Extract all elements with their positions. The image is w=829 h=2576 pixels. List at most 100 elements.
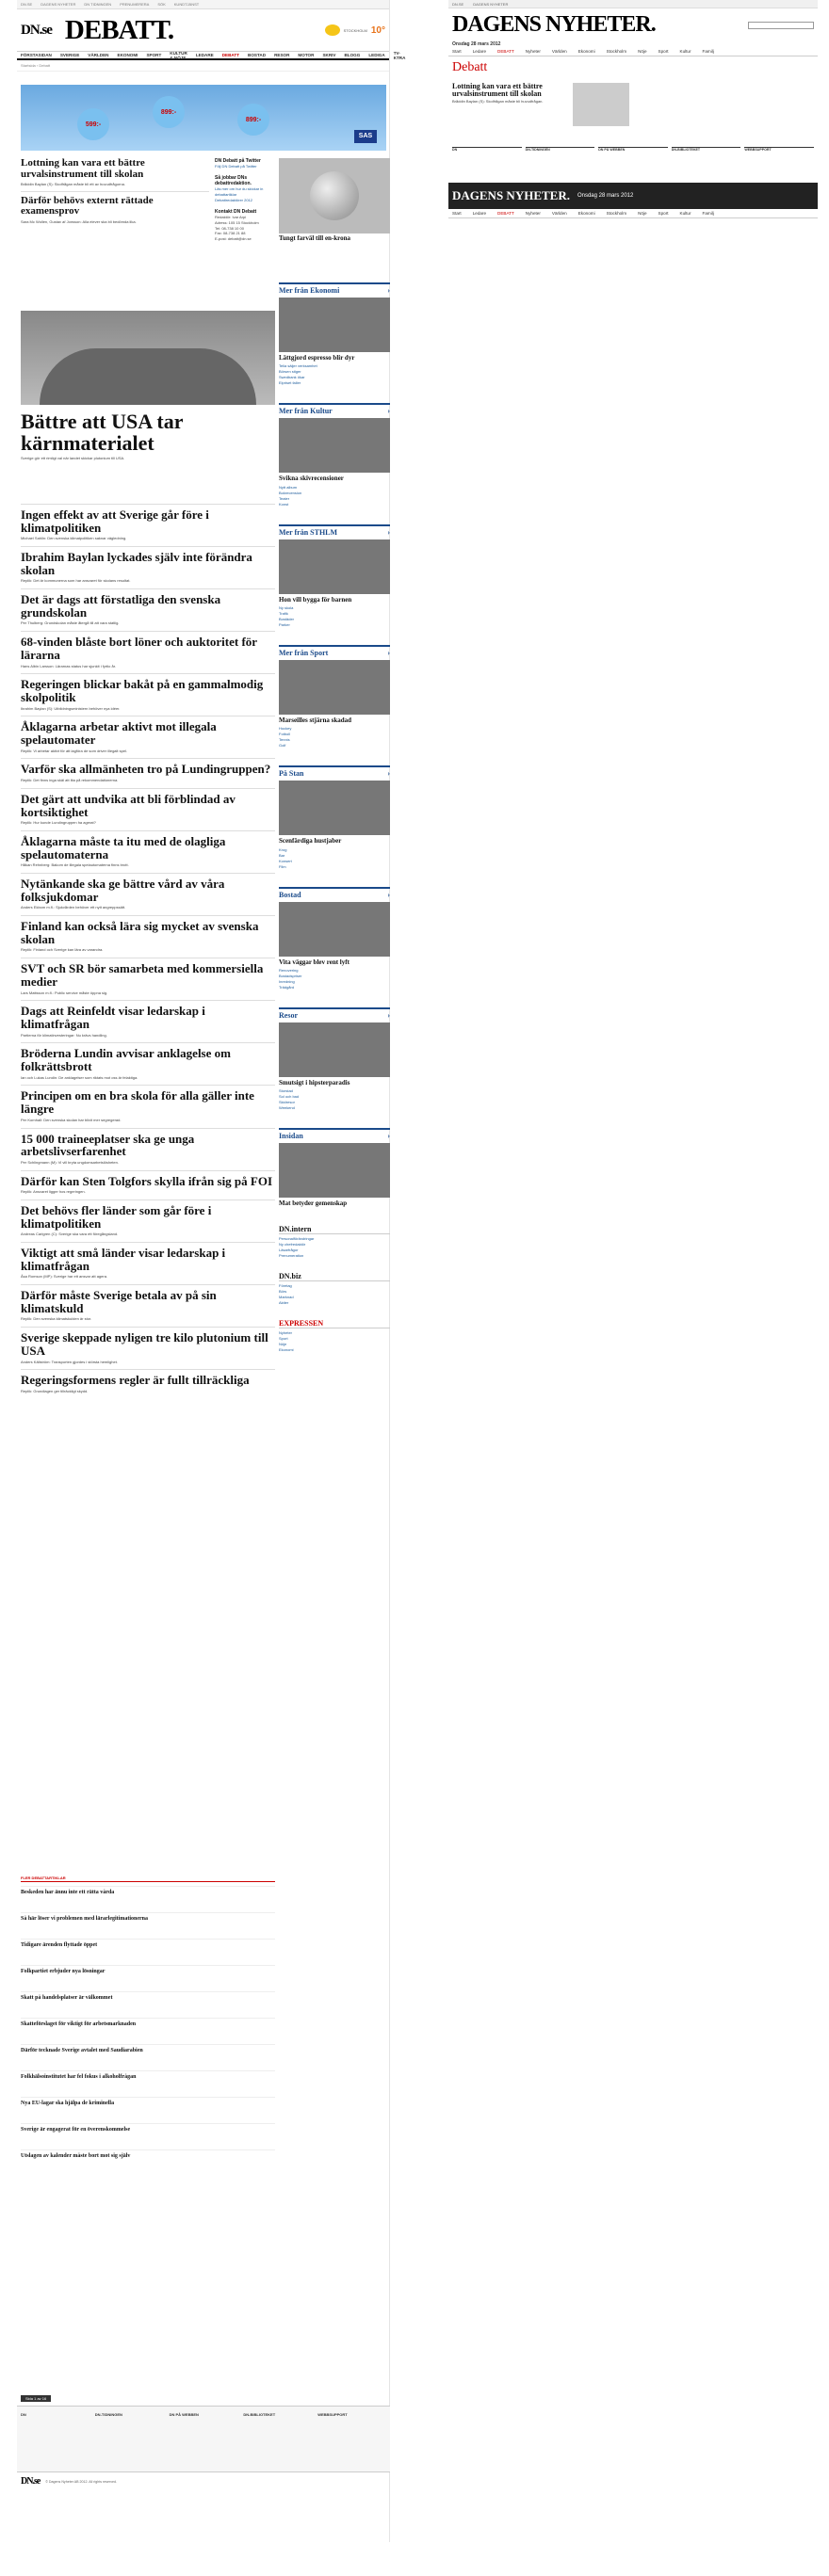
right-nav-item[interactable]: DEBATT [497, 49, 514, 54]
older-headline[interactable]: Folkpartiet erbjuder nya lösningar [21, 1969, 275, 1974]
right-nav-item[interactable]: Ledare [473, 49, 486, 54]
right-nav-item[interactable]: Start [452, 211, 462, 216]
article-headline[interactable]: 68-vinden blåste bort löner och auktorit… [21, 636, 275, 661]
article-headline[interactable]: Lottning kan vara ett bättre urvalsinstr… [21, 157, 209, 180]
sidebar-headline[interactable]: Vita väggar blev rent lyft [279, 958, 390, 966]
sidebar-link[interactable]: Parker [279, 622, 390, 628]
sidebar-section-title[interactable]: Mer från STHLM › [279, 523, 390, 537]
sidebar-image[interactable] [279, 660, 390, 716]
article-headline[interactable]: Därför måste Sverige betala av på sin kl… [21, 1289, 275, 1314]
older-headline[interactable]: Beskeden har ännu inte ett rätta vårda [21, 1890, 275, 1895]
article-headline[interactable]: Det gärt att undvika att bli förblindad … [21, 793, 275, 818]
linklist-title[interactable]: DN.intern [279, 1225, 390, 1234]
article-headline[interactable]: Ingen effekt av att Sverige går före i k… [21, 508, 275, 534]
top-link[interactable]: SÖK [157, 2, 165, 7]
sidebar-section-title[interactable]: Bostad › [279, 886, 390, 899]
nav-item[interactable]: BOSTAD [248, 53, 266, 57]
right-nav-item[interactable]: Kultur [680, 211, 691, 216]
sidebar-headline[interactable]: Lättgjord espresso blir dyr [279, 354, 390, 362]
top-link[interactable]: PRENUMERERA [120, 2, 149, 7]
article-headline[interactable]: Det behövs fler länder som går före i kl… [21, 1204, 275, 1230]
nav-item[interactable]: TV-KTRA [394, 51, 406, 60]
breadcrumb[interactable]: Startsida › Debatt [17, 60, 389, 72]
right-nav-item[interactable]: Ekonomi [578, 211, 595, 216]
article-headline[interactable]: Regeringsformens regler är fullt tillräc… [21, 1374, 275, 1387]
right-nav-item[interactable]: Sport [658, 211, 669, 216]
older-headline[interactable]: Utslagen av kalender måste bort mot sig … [21, 2153, 275, 2159]
sidebar-section-title[interactable]: Insidan › [279, 1128, 390, 1140]
sidebar-link[interactable]: Trädgård [279, 985, 390, 990]
article-headline[interactable]: Dags att Reinfeldt visar ledarskap i kli… [21, 1005, 275, 1030]
sidebar-image[interactable] [279, 539, 390, 594]
right-article-image[interactable] [573, 83, 629, 126]
right-nav-item[interactable]: Stockholm [607, 211, 626, 216]
right-nav-item[interactable]: Nyheter [526, 211, 541, 216]
nav-item[interactable]: FÖRSTASIDAN [21, 53, 52, 57]
right-nav-item[interactable]: Nöje [638, 211, 646, 216]
article-headline[interactable]: Åklagarna måste ta itu med de olagliga s… [21, 835, 275, 861]
footer-col[interactable]: DN-BIBLIOTEKET [243, 2412, 312, 2466]
print-logo[interactable]: DAGENS NYHETER. [452, 188, 570, 203]
right-nav-item[interactable]: Ledare [473, 211, 486, 216]
lead-headline[interactable]: Bättre att USA tar kärnmaterialet [21, 411, 275, 454]
sas-ad-banner[interactable]: 599:- 899:- 899:- SAS [21, 85, 386, 151]
nav-item[interactable]: SKRIV [322, 53, 335, 57]
sidebar-section-title[interactable]: På Stan › [279, 765, 390, 778]
footer-col[interactable]: DN PÅ WEBBEN [170, 2412, 238, 2466]
footer-col[interactable]: WEBBSUPPORT [317, 2412, 386, 2466]
sidebar-headline[interactable]: Svikna skivrecensioner [279, 475, 390, 482]
pager-label[interactable]: Sida 1 av 16 [21, 2395, 52, 2402]
linklist-item[interactable]: Aktier [279, 1300, 390, 1306]
sidebar-image[interactable] [279, 298, 390, 352]
older-headline[interactable]: Skatt på handelsplatser är välkommet [21, 1995, 275, 2001]
sub-link[interactable]: Debattredaktörer 2012 [215, 198, 275, 203]
article-headline[interactable]: Det är dags att förstatliga den svenska … [21, 593, 275, 619]
sidebar-headline[interactable]: Hon vill bygga för barnen [279, 596, 390, 604]
sidebar-image[interactable] [279, 901, 390, 957]
sidebar-headline[interactable]: Smutsigt i hipsterparadis [279, 1079, 390, 1087]
sidebar-link[interactable]: Golf [279, 743, 390, 749]
right-footer-col[interactable]: DN [452, 147, 522, 175]
right-nav-item[interactable]: Världen [552, 49, 567, 54]
footer-col[interactable]: DN [21, 2412, 89, 2466]
right-logo[interactable]: DAGENS NYHETER. [452, 12, 657, 38]
coin-image[interactable] [279, 158, 390, 233]
article-headline[interactable]: Bröderna Lundin avvisar anklagelse om fo… [21, 1047, 275, 1072]
sidebar-link[interactable]: Konst [279, 502, 390, 507]
right-nav-item[interactable]: Världen [552, 211, 567, 216]
section-logo[interactable]: DEBATT. [65, 15, 174, 46]
older-headline[interactable]: Folkhälsoinstitutet har fel fokus i alko… [21, 2074, 275, 2080]
right-top-link[interactable]: DN.SE [452, 2, 463, 7]
nav-item[interactable]: VÄRLDEN [88, 53, 108, 57]
article-headline[interactable]: Därför kan Sten Tolgfors skylla ifrån si… [21, 1174, 275, 1188]
nav-item[interactable]: KULTUR & NÖJE [170, 51, 187, 60]
article-headline[interactable]: Ibrahim Baylan lyckades själv inte förän… [21, 551, 275, 576]
sidebar-image[interactable] [279, 1022, 390, 1078]
article-headline[interactable]: Sverige skeppade nyligen tre kilo pluton… [21, 1331, 275, 1357]
right-nav-item[interactable]: Nyheter [526, 49, 541, 54]
article-headline[interactable]: Finland kan också lära sig mycket av sve… [21, 920, 275, 945]
article-headline[interactable]: Regeringen blickar bakåt på en gammalmod… [21, 678, 275, 703]
top-link[interactable]: KUNDTJÄNST [174, 2, 199, 7]
kontakt-line[interactable]: E-post: debatt@dn.se [215, 236, 275, 242]
nav-item[interactable]: LEDIGA [368, 53, 384, 57]
article-headline[interactable]: Åklagarna arbetar aktivt mot illegala sp… [21, 720, 275, 746]
right-top-link[interactable]: DAGENS NYHETER [473, 2, 508, 7]
article-headline[interactable]: Därför behövs externt rättade examenspro… [21, 195, 209, 217]
sidebar-image[interactable] [279, 418, 390, 474]
right-article-title[interactable]: Lottning kan vara ett bättre urvalsinstr… [452, 82, 565, 99]
older-headline[interactable]: Därför tecknade Sverige avtalet med Saud… [21, 2048, 275, 2053]
sub-link[interactable]: Läs mer om hur du skickar in debattartik… [215, 186, 275, 198]
article-headline[interactable]: Nytänkande ska ge bättre vård av våra fo… [21, 877, 275, 903]
sidebar-section-title[interactable]: Mer från Kultur › [279, 403, 390, 415]
nav-item[interactable]: LEDARE [196, 53, 214, 57]
nav-item[interactable]: SVERIGE [60, 53, 79, 57]
footer-logo[interactable]: DN.se [21, 2476, 41, 2487]
top-link[interactable]: DAGENS NYHETER [41, 2, 75, 7]
right-nav-item[interactable]: Familj [703, 49, 714, 54]
nav-item[interactable]: RESOR [274, 53, 289, 57]
nav-item[interactable]: SPORT [146, 53, 161, 57]
right-nav-item[interactable]: Familj [703, 211, 714, 216]
sidebar-headline[interactable]: Marseilles stjärna skadad [279, 716, 390, 724]
dn-logo[interactable]: DN.se [21, 23, 53, 39]
